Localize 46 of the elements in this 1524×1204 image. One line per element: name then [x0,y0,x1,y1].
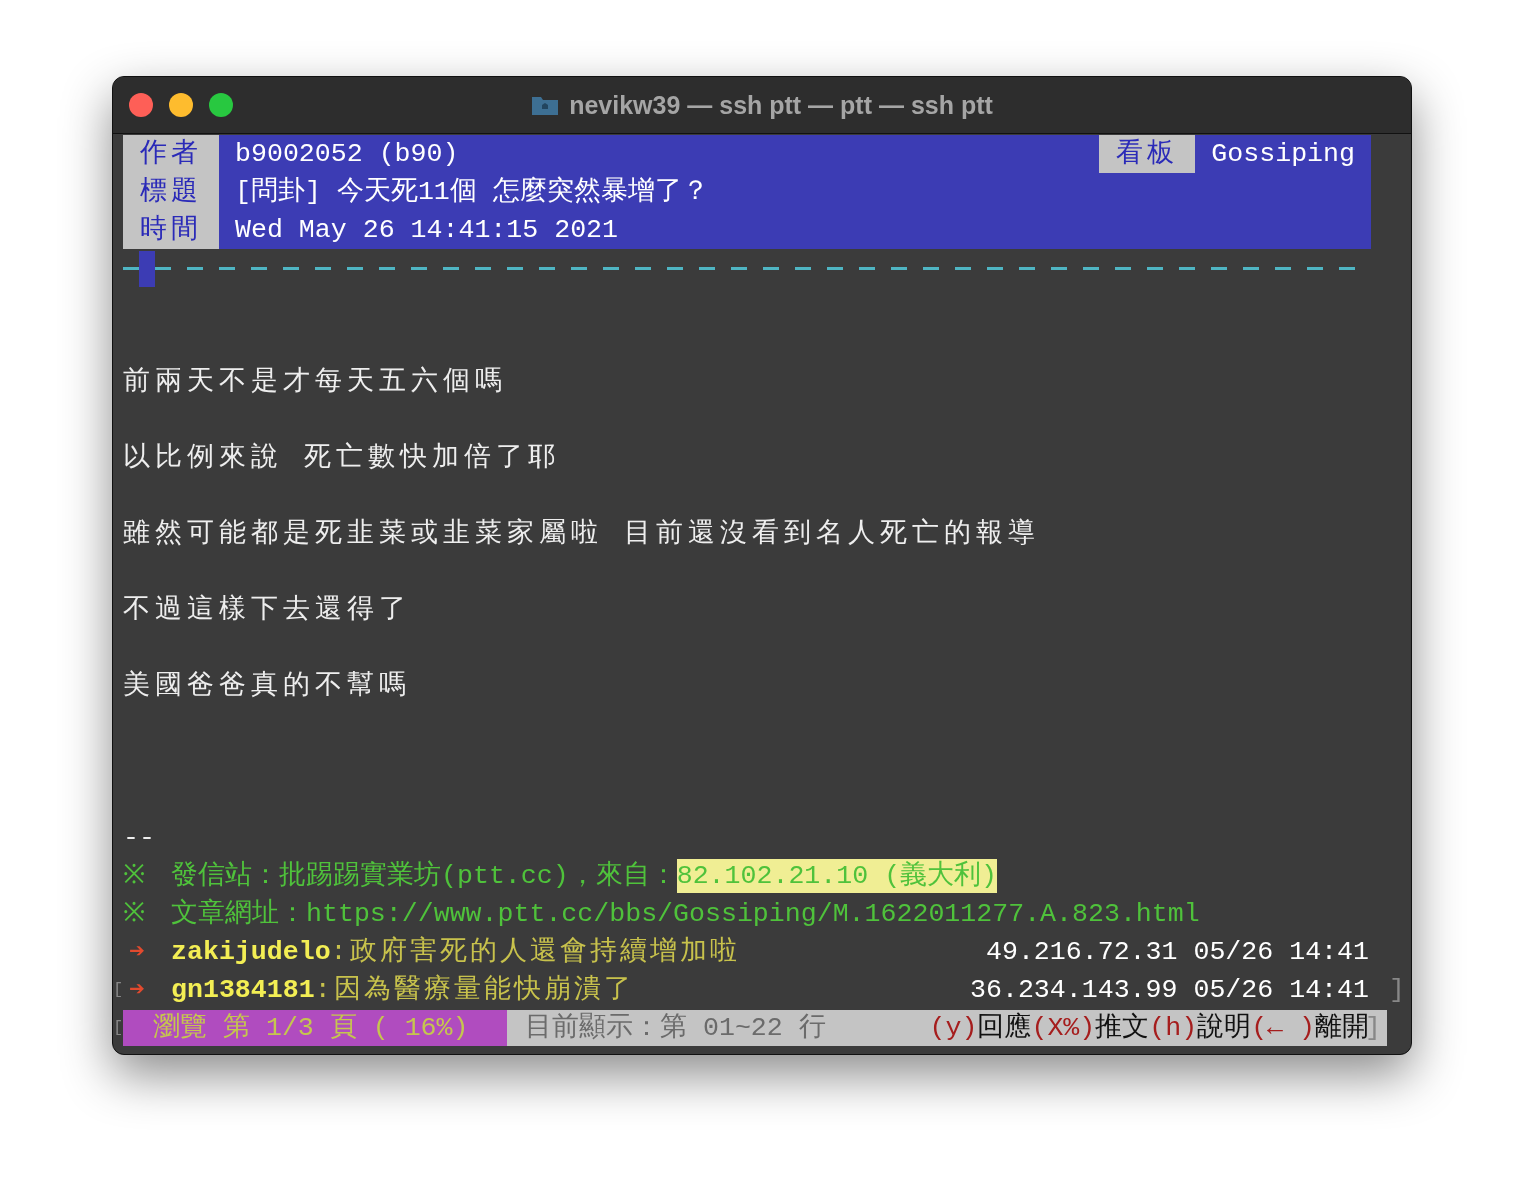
shortcut-key: (X%) [1031,1010,1096,1046]
cursor [139,251,155,287]
push-arrow: ➔ [129,936,146,969]
push-arrow: ➔ [129,974,146,1007]
push-user: zakijudelo [171,936,331,969]
shortcut-label: 回應 [977,1011,1032,1045]
signature-separator: -- [123,822,156,855]
shortcut-key: (h) [1149,1010,1198,1046]
article-line: 不過這樣下去還得了 [123,593,412,627]
header-value: b9002052 (b90) [234,138,460,171]
shortcut-label: 推文 [1095,1011,1150,1045]
edge-bracket: [ [113,1018,124,1038]
header-value: Wed May 26 14:41:15 2021 [234,214,619,247]
edge-bracket: ] [1389,974,1405,1007]
signature-mark: ※ [123,898,146,931]
header-value: [問卦] 今天死11個 怎麼突然暴增了？ [234,175,710,209]
article-line: 以比例來說 死亡數快加倍了耶 [123,441,561,475]
push-content: :政府害死的人還會持續增加啦 [330,935,740,969]
minimize-button[interactable] [169,93,193,117]
article-line: 雖然可能都是死韭菜或韭菜家屬啦 目前還沒看到名人死亡的報導 [123,517,1041,551]
close-button[interactable] [129,93,153,117]
ip-highlight: 82.102.21.10 (義大利) [676,859,998,893]
page-indicator: 瀏覽 第 1/3 頁 ( 16%) [123,1010,507,1046]
shortcut-label: 離開 [1315,1012,1369,1045]
push-ip-time: 36.234.143.99 05/26 14:41 [970,974,1369,1007]
push-ip-time: 49.216.72.31 05/26 14:41 [986,936,1369,969]
header-label: 時間 [123,211,219,249]
signature-text: 文章網址：https://www.ptt.cc/bbs/Gossiping/M.1622011277.A.823.html [171,897,1200,931]
header-label: 標題 [123,173,219,211]
edge-bracket: [ [113,980,124,1000]
shortcut-key: (← ) [1251,1010,1315,1046]
article-line: 前兩天不是才每天五六個嗎 [123,365,508,399]
shortcut-key: (y) [929,1010,978,1046]
folder-icon [531,94,560,116]
signature-text: 發信站：批踢踢實業坊(ptt.cc)，來自： [171,859,677,893]
window-title: nevikw39 — ssh ptt — ptt — ssh ptt [569,90,993,120]
push-user: gn1384181 [171,974,315,1007]
signature-mark: ※ [123,860,146,893]
push-content: :因為醫療量能快崩潰了 [314,973,634,1007]
header-label: 作者 [123,135,219,173]
line-range-text: 目前顯示：第 01~22 行 [525,1011,826,1045]
zoom-button[interactable] [209,93,233,117]
board-label: 看板 [1099,135,1196,173]
article-line: 美國爸爸真的不幫嗎 [123,669,412,703]
board-name: Gossiping [1210,138,1356,171]
shortcut-label: 說明 [1197,1011,1252,1045]
